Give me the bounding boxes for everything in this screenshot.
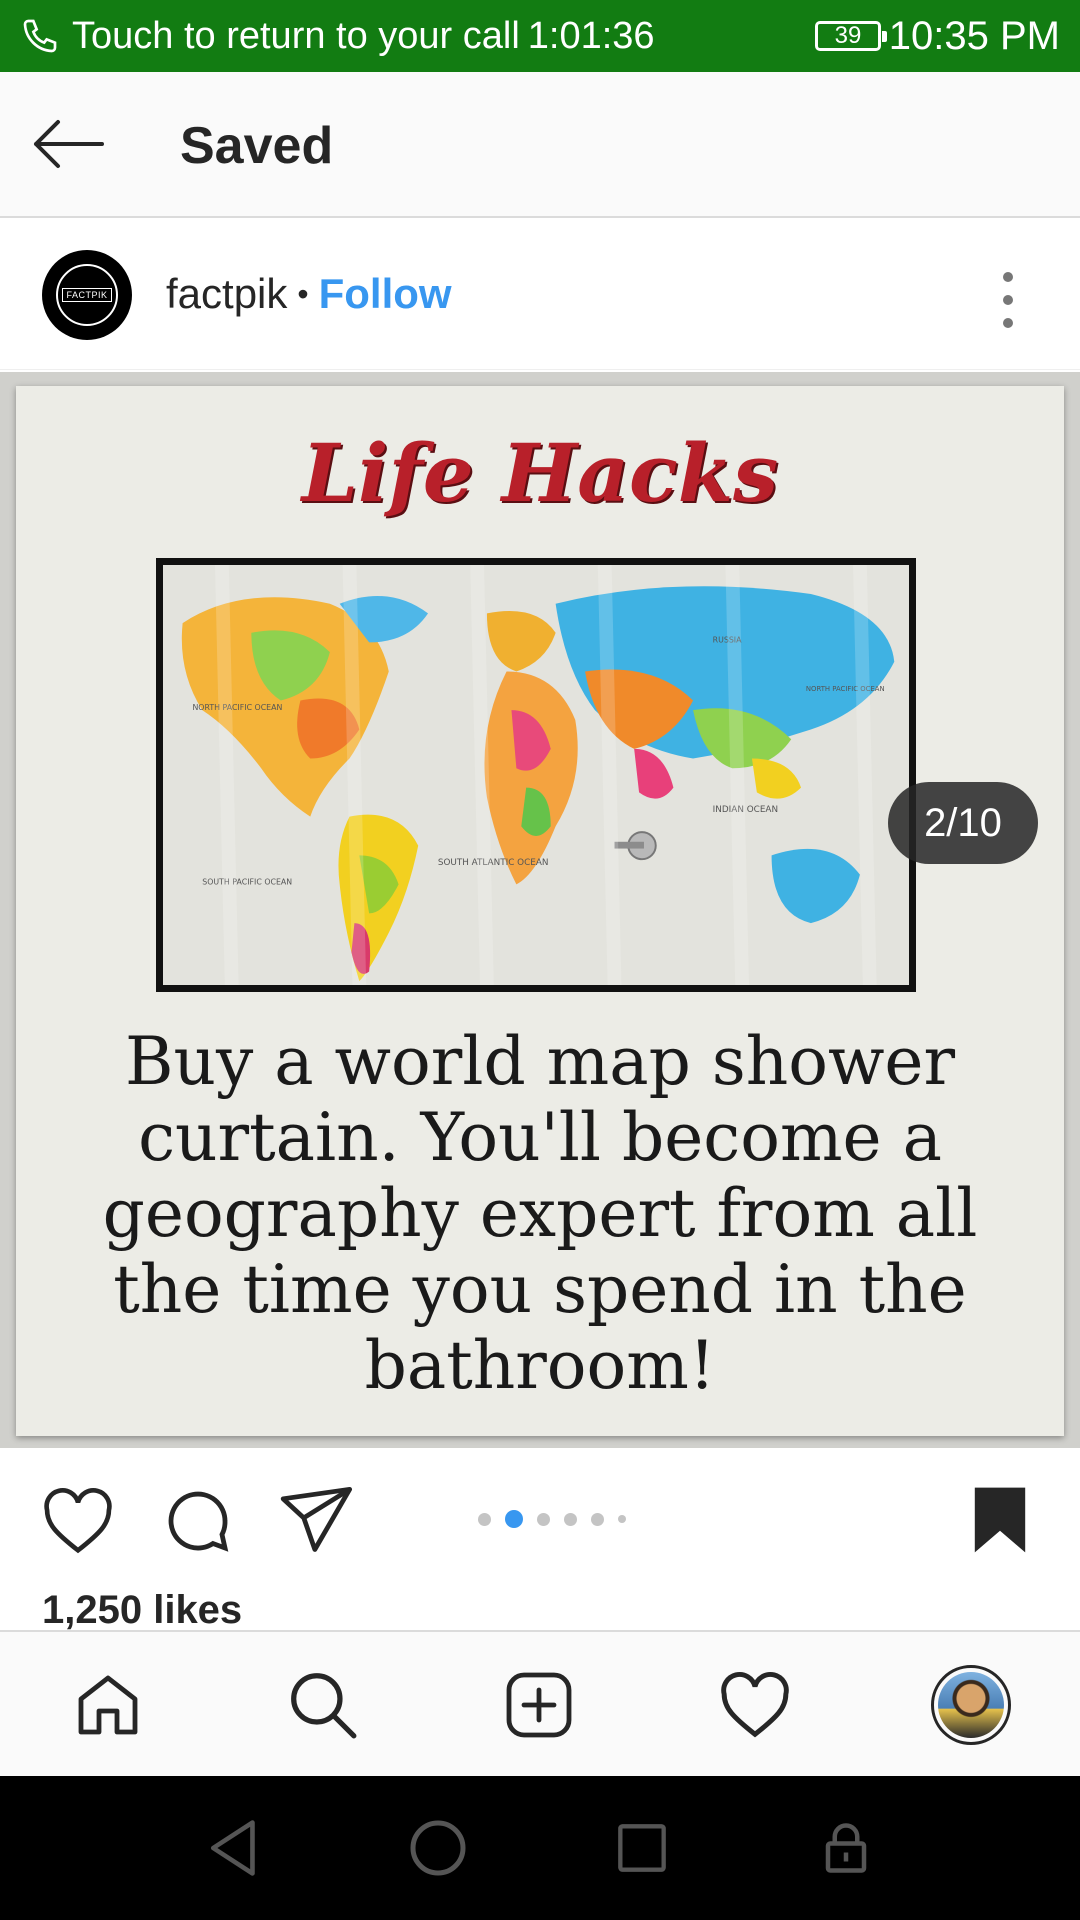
return-to-call-text[interactable]: Touch to return to your call	[72, 15, 520, 58]
status-clock: 10:35 PM	[888, 14, 1060, 58]
lock-icon	[825, 1823, 867, 1873]
nav-home[interactable]	[65, 1662, 151, 1748]
carousel-dot	[591, 1512, 604, 1526]
activity-heart-icon	[721, 1672, 789, 1738]
heart-icon	[44, 1488, 112, 1554]
add-post-icon	[506, 1672, 572, 1738]
nav-search[interactable]	[280, 1662, 366, 1748]
post-header: FACTPIK factpik • Follow	[0, 220, 1080, 370]
share-button[interactable]	[278, 1484, 358, 1558]
circle-home-icon	[410, 1820, 466, 1876]
carousel-dot	[564, 1512, 577, 1526]
post-actions	[0, 1448, 1080, 1588]
call-timer: 1:01:36	[527, 14, 655, 57]
system-back-button[interactable]	[198, 1812, 270, 1884]
map-label: SOUTH ATLANTIC OCEAN	[438, 858, 549, 868]
post-image[interactable]: Life Hacks SOUTH ATLANTIC OCEAN INDIAN O…	[0, 372, 1080, 1448]
page-title: Saved	[180, 117, 334, 175]
battery-level: 39	[834, 22, 862, 49]
page-indicator-badge: 2/10	[888, 782, 1038, 864]
user-avatar[interactable]: FACTPIK	[42, 250, 132, 340]
bottom-nav	[0, 1630, 1080, 1776]
avatar-logo: FACTPIK	[56, 264, 118, 326]
map-label: SOUTH PACIFIC OCEAN	[202, 877, 292, 886]
carousel-dot	[618, 1515, 626, 1523]
card-title: Life Hacks	[301, 426, 779, 520]
like-button[interactable]	[38, 1484, 118, 1558]
card-caption: Buy a world map shower curtain. You'll b…	[102, 1023, 978, 1404]
bookmark-filled-icon	[974, 1487, 1026, 1553]
back-button[interactable]	[32, 114, 112, 174]
map-label: NORTH PACIFIC OCEAN	[806, 685, 885, 693]
battery-icon: 39	[815, 21, 887, 51]
life-hack-card: Life Hacks SOUTH ATLANTIC OCEAN INDIAN O…	[16, 386, 1064, 1436]
square-recents-icon	[618, 1824, 666, 1872]
map-label: NORTH PACIFIC OCEAN	[192, 703, 282, 712]
save-button[interactable]	[968, 1480, 1032, 1560]
arrow-left-icon	[34, 120, 104, 168]
carousel-dot	[478, 1512, 491, 1526]
nav-activity[interactable]	[712, 1662, 798, 1748]
phone-icon	[23, 19, 57, 53]
home-icon	[78, 1675, 138, 1735]
status-bar[interactable]: Touch to return to your call 1:01:36 39 …	[0, 0, 1080, 72]
carousel-dot	[537, 1512, 550, 1526]
carousel-dot-active	[505, 1510, 523, 1528]
search-icon	[291, 1673, 357, 1739]
profile-photo	[938, 1672, 1004, 1738]
system-home-button[interactable]	[402, 1812, 474, 1884]
nav-add-post[interactable]	[496, 1662, 582, 1748]
app-header: Saved	[0, 72, 1080, 218]
nav-profile[interactable]	[928, 1662, 1014, 1748]
separator-dot: •	[297, 275, 309, 312]
system-nav-bar	[0, 1776, 1080, 1920]
system-lock-button[interactable]	[810, 1812, 882, 1884]
profile-avatar-icon	[931, 1665, 1011, 1745]
carousel-indicator	[478, 1510, 626, 1528]
system-recents-button[interactable]	[606, 1812, 678, 1884]
triangle-back-icon	[210, 1820, 255, 1876]
vertical-dots-icon[interactable]	[990, 272, 1026, 328]
paper-plane-icon	[280, 1486, 353, 1552]
post-username[interactable]: factpik	[166, 270, 287, 318]
comment-bubble-icon	[168, 1491, 229, 1552]
map-label: INDIAN OCEAN	[713, 805, 778, 815]
likes-count[interactable]: 1,250 likes	[42, 1588, 242, 1633]
follow-button[interactable]: Follow	[319, 270, 452, 318]
avatar-logo-text: FACTPIK	[62, 288, 112, 302]
comment-button[interactable]	[160, 1484, 236, 1558]
world-map-image: SOUTH ATLANTIC OCEAN INDIAN OCEAN NORTH …	[156, 558, 916, 992]
world-map-illustration: SOUTH ATLANTIC OCEAN INDIAN OCEAN NORTH …	[163, 565, 909, 985]
post-user-line: factpik • Follow	[166, 270, 452, 318]
